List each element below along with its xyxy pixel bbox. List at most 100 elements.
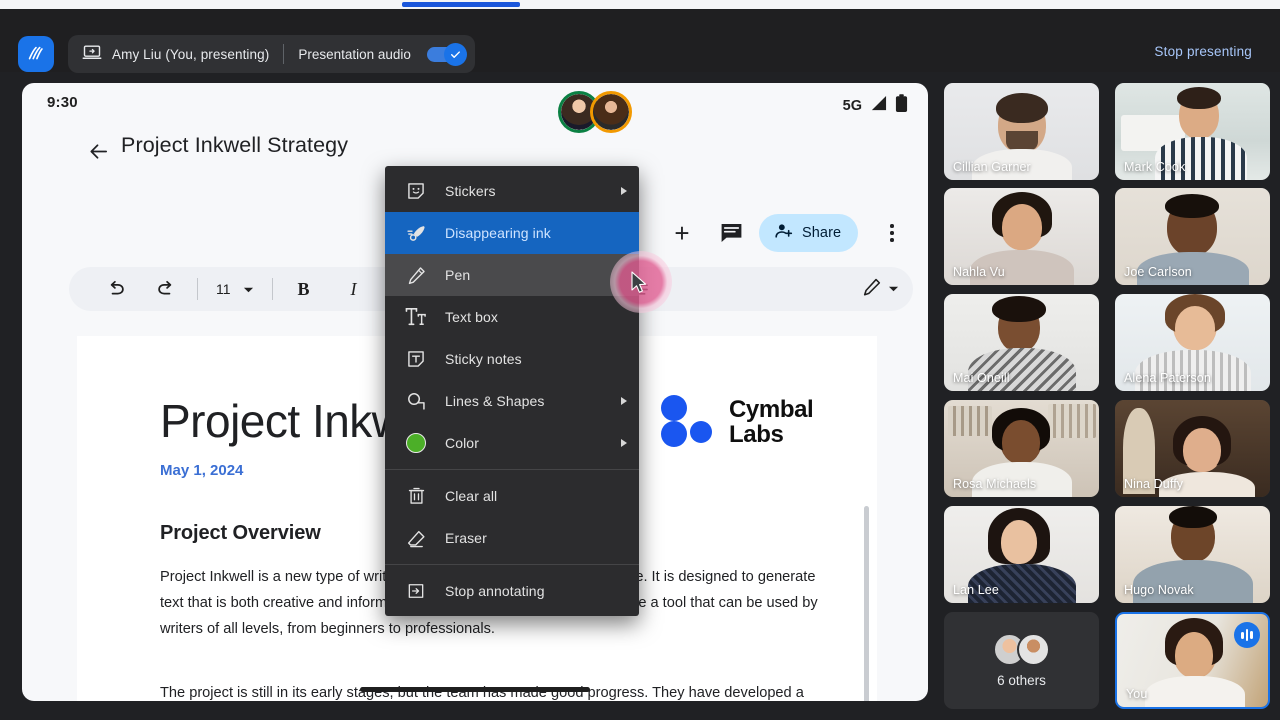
participant-tile[interactable]: Nina Duffy: [1115, 400, 1270, 497]
browser-edge-sliver: [0, 0, 1280, 9]
menu-item-stop-annotating[interactable]: Stop annotating: [385, 570, 639, 612]
divider: [272, 278, 273, 300]
comment-icon[interactable]: [718, 219, 746, 247]
participant-tile[interactable]: Hugo Novak: [1115, 506, 1270, 603]
self-label: You: [1126, 687, 1147, 701]
menu-item-label: Text box: [445, 309, 627, 325]
person-add-icon: [774, 221, 794, 246]
participant-tile[interactable]: Nahla Vu: [944, 188, 1099, 285]
menu-item-pen[interactable]: Pen: [385, 254, 639, 296]
page-scrollbar[interactable]: [864, 506, 869, 701]
share-button[interactable]: Share: [759, 214, 858, 252]
presenting-label: Amy Liu (You, presenting): [112, 47, 269, 62]
back-arrow-icon[interactable]: [84, 137, 112, 165]
stop-presenting-button[interactable]: Stop presenting: [1146, 39, 1260, 64]
menu-item-label: Clear all: [445, 488, 627, 504]
bold-button[interactable]: B: [279, 267, 329, 311]
sticky-note-icon: [405, 348, 427, 370]
menu-item-disappearing-ink[interactable]: Disappearing ink: [385, 212, 639, 254]
annotation-context-menu[interactable]: Stickers Disappearing ink: [385, 166, 639, 616]
chevron-down-icon: [243, 281, 254, 297]
menu-item-sticky-notes[interactable]: Sticky notes: [385, 338, 639, 380]
check-icon: [444, 43, 467, 66]
browser-tab-accent: [402, 2, 520, 7]
collaborator-avatars[interactable]: [558, 91, 632, 133]
participant-tile[interactable]: Cillian Garner: [944, 83, 1099, 180]
status-indicators: 5G: [843, 94, 908, 118]
logo-wordmark: Cymbal Labs: [729, 397, 813, 448]
menu-item-label: Stickers: [445, 183, 603, 199]
presentation-topbar: Amy Liu (You, presenting) Presentation a…: [0, 9, 1280, 72]
others-avatars: [993, 633, 1050, 666]
sticker-icon: [405, 180, 427, 202]
more-participants-tile[interactable]: 6 others: [944, 612, 1099, 709]
undo-icon[interactable]: [91, 267, 141, 311]
signal-bars-icon: [869, 95, 888, 117]
kebab-menu-icon[interactable]: [880, 217, 904, 249]
document-date: May 1, 2024: [160, 462, 243, 479]
participant-name: Alena Paterson: [1124, 371, 1211, 385]
pen-icon: [405, 264, 427, 286]
menu-item-lines-shapes[interactable]: Lines & Shapes: [385, 380, 639, 422]
participant-name: Joe Carlson: [1124, 265, 1192, 279]
avatar-collaborator-2[interactable]: [590, 91, 632, 133]
menu-item-text-box[interactable]: Text box: [385, 296, 639, 338]
participant-name: Rosa Michaels: [953, 477, 1036, 491]
document-title: Project Inkw: [160, 394, 405, 448]
chevron-down-icon: [888, 280, 899, 298]
trash-icon: [405, 485, 427, 507]
presentation-audio-label: Presentation audio: [298, 47, 411, 62]
section-heading: Project Overview: [160, 522, 321, 545]
color-swatch-icon: [405, 432, 427, 454]
participant-name: Nahla Vu: [953, 265, 1005, 279]
eraser-icon: [405, 527, 427, 549]
participant-name: Mark Cook: [1124, 160, 1185, 174]
menu-divider: [385, 469, 639, 470]
jamboard-logo-icon[interactable]: [18, 36, 54, 72]
submenu-arrow-icon: [621, 187, 627, 195]
pen-tool-selector[interactable]: [847, 267, 913, 311]
self-participant-tile[interactable]: You: [1115, 612, 1270, 709]
status-time: 9:30: [47, 94, 78, 111]
menu-item-label: Disappearing ink: [445, 225, 627, 241]
participant-name: Nina Duffy: [1124, 477, 1183, 491]
font-size-value: 11: [216, 281, 231, 297]
menu-item-eraser[interactable]: Eraser: [385, 517, 639, 559]
exit-icon: [405, 580, 427, 602]
network-label: 5G: [843, 98, 862, 114]
menu-item-clear-all[interactable]: Clear all: [385, 475, 639, 517]
participant-name: Hugo Novak: [1124, 583, 1194, 597]
page-title: Project Inkwell Strategy: [121, 133, 348, 158]
screen-root: Amy Liu (You, presenting) Presentation a…: [0, 0, 1280, 720]
cymbal-labs-logo-icon: Cymbal Labs: [657, 394, 813, 450]
submenu-arrow-icon: [621, 439, 627, 447]
participant-tile[interactable]: Joe Carlson: [1115, 188, 1270, 285]
avatar: [1017, 633, 1050, 666]
participant-tile[interactable]: Mark Cook: [1115, 83, 1270, 180]
menu-item-stickers[interactable]: Stickers: [385, 170, 639, 212]
participant-tile[interactable]: Lan Lee: [944, 506, 1099, 603]
presenting-status-pill: Amy Liu (You, presenting) Presentation a…: [68, 35, 475, 73]
presented-screen: 9:30 5G Project In: [22, 83, 928, 701]
plus-icon[interactable]: +: [667, 218, 697, 248]
menu-item-color[interactable]: Color: [385, 422, 639, 464]
participant-tile[interactable]: Rosa Michaels: [944, 400, 1099, 497]
presentation-audio-toggle[interactable]: [427, 47, 461, 62]
lines-shapes-icon: [405, 390, 427, 412]
italic-button[interactable]: I: [329, 267, 379, 311]
menu-item-label: Sticky notes: [445, 351, 627, 367]
home-indicator: [360, 687, 590, 692]
disappearing-ink-icon: [405, 222, 427, 244]
menu-item-label: Eraser: [445, 530, 627, 546]
submenu-arrow-icon: [621, 397, 627, 405]
divider: [197, 278, 198, 300]
participant-name: Mai Oneill: [953, 371, 1010, 385]
participant-name: Cillian Garner: [953, 160, 1031, 174]
participant-tile[interactable]: Alena Paterson: [1115, 294, 1270, 391]
font-size-selector[interactable]: 11: [204, 281, 266, 297]
menu-item-label: Pen: [445, 267, 627, 283]
menu-divider: [385, 564, 639, 565]
text-box-icon: [405, 306, 427, 328]
participant-tile[interactable]: Mai Oneill: [944, 294, 1099, 391]
redo-icon[interactable]: [141, 267, 191, 311]
